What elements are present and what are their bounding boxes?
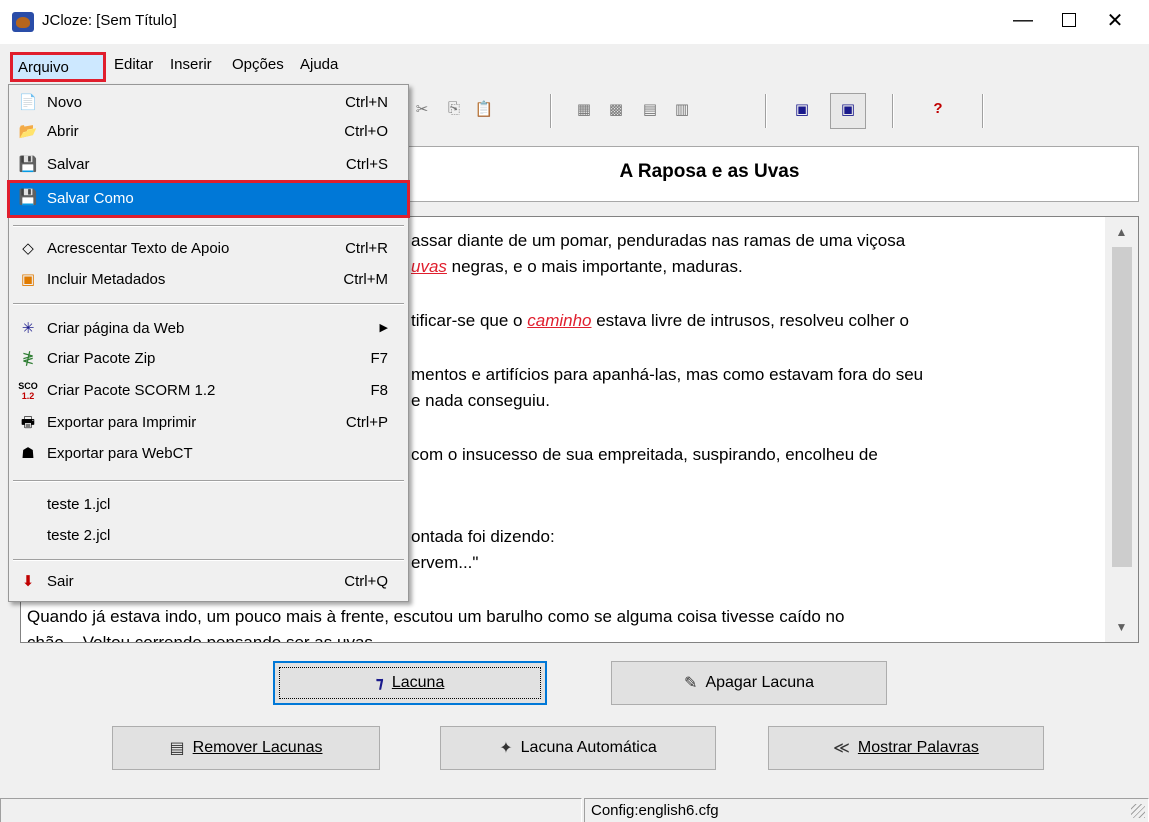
text-line-4: mentos e artifícios para apanhá-las, mas…: [411, 365, 924, 384]
new-document-icon: 📄: [18, 94, 38, 111]
menu-item-exportar-webct[interactable]: ☗ Exportar para WebCT: [9, 440, 408, 469]
save-disk-icon: 💾: [18, 156, 38, 173]
help-icon[interactable]: ?: [928, 100, 948, 118]
menu-separator: [13, 225, 404, 227]
submenu-arrow-icon: ▶: [379, 322, 388, 334]
text-line-10: chão... Voltou correndo pensando ser as …: [27, 633, 378, 643]
menu-editar[interactable]: Editar: [110, 56, 157, 73]
status-panel-left: [0, 798, 582, 822]
title-bar: JCloze: [Sem Título] — ✕: [0, 0, 1149, 44]
gap-word[interactable]: uvas: [411, 257, 447, 276]
eraser-icon: ✎: [684, 675, 698, 692]
web-icon: ✳: [21, 320, 35, 337]
window-title: JCloze: [Sem Título]: [42, 12, 177, 29]
view-toggle-icon: ▣: [840, 101, 856, 118]
gap-tool-icon[interactable]: ▦: [574, 100, 594, 118]
text-line-5: e nada conseguiu.: [411, 391, 550, 410]
resize-grip-icon[interactable]: [1131, 804, 1145, 818]
link-icon: ◇: [22, 240, 34, 257]
paste-icon[interactable]: 📋: [474, 100, 494, 118]
toolbar-separator: [892, 94, 894, 128]
menu-item-incluir-metadados[interactable]: ▣ Incluir Metadados Ctrl+M: [9, 266, 408, 295]
text-line-6: com o insucesso de sua empreitada, suspi…: [411, 445, 878, 464]
scroll-down-icon[interactable]: ▼: [1105, 612, 1138, 642]
maximize-icon: [1062, 13, 1076, 27]
menu-item-acrescentar-texto[interactable]: ◇ Acrescentar Texto de Apoio Ctrl+R: [9, 235, 408, 264]
save-as-icon: 💾: [18, 189, 38, 206]
cut-icon[interactable]: ✂: [412, 100, 432, 118]
jcloze-app-icon: [12, 12, 34, 32]
menu-ajuda[interactable]: Ajuda: [296, 56, 342, 73]
gap-tool-2-icon[interactable]: ▩: [606, 100, 626, 118]
menu-separator: [13, 303, 404, 305]
menu-item-criar-pacote-zip[interactable]: ≹ Criar Pacote Zip F7: [9, 345, 408, 374]
vertical-scrollbar[interactable]: ▲ ▼: [1105, 217, 1138, 642]
lacuna-automatica-button[interactable]: ✦ Lacuna Automática: [440, 726, 716, 770]
menu-item-salvar[interactable]: 💾 Salvar Ctrl+S: [9, 151, 408, 180]
zip-icon: ≹: [21, 350, 35, 367]
menu-inserir[interactable]: Inserir: [166, 56, 216, 73]
lacuna-button[interactable]: ⁊ Lacuna: [273, 661, 547, 705]
close-button[interactable]: ✕: [1092, 0, 1138, 40]
webct-icon: ☗: [21, 445, 35, 462]
text-line-1: assar diante de um pomar, penduradas nas…: [411, 231, 906, 250]
remove-gaps-icon: ▤: [169, 740, 185, 757]
maximize-button[interactable]: [1046, 0, 1092, 40]
arquivo-dropdown-menu: 📄 Novo Ctrl+N 📂 Abrir Ctrl+O 💾 Salvar Ct…: [7, 84, 410, 602]
menu-item-abrir[interactable]: 📂 Abrir Ctrl+O: [9, 118, 408, 147]
gap-tool-4-icon[interactable]: ▥: [672, 100, 692, 118]
menu-separator: [13, 480, 404, 482]
magic-wand-icon: ✦: [499, 740, 513, 757]
word-list-icon: ≪: [833, 740, 850, 757]
text-line-3: tificar-se que o caminho estava livre de…: [411, 311, 909, 330]
metadata-icon: ▣: [20, 271, 36, 288]
toolbar-separator: [550, 94, 552, 128]
toolbar-separator: [765, 94, 767, 128]
menu-opcoes[interactable]: Opções: [228, 56, 288, 73]
exit-arrow-icon: ⬇: [21, 573, 35, 590]
apagar-lacuna-button[interactable]: ✎ Apagar Lacuna: [611, 661, 887, 705]
text-line-8: ervem...": [411, 553, 479, 572]
menu-item-criar-pagina-web[interactable]: ✳ Criar página da Web ▶: [9, 315, 408, 344]
text-line-9: Quando já estava indo, um pouco mais à f…: [27, 607, 845, 626]
menu-item-recent-file-2[interactable]: teste 2.jcl: [9, 522, 408, 551]
printer-icon: 🖶: [20, 414, 36, 431]
gap-icon: ⁊: [375, 675, 384, 692]
scroll-up-icon[interactable]: ▲: [1105, 217, 1138, 247]
gap-word[interactable]: caminho: [527, 311, 591, 330]
menu-item-salvar-como[interactable]: 💾 Salvar Como: [7, 180, 410, 218]
gap-tool-3-icon[interactable]: ▤: [640, 100, 660, 118]
menu-item-exportar-imprimir[interactable]: 🖶 Exportar para Imprimir Ctrl+P: [9, 409, 408, 438]
mostrar-palavras-button[interactable]: ≪ Mostrar Palavras: [768, 726, 1044, 770]
scorm-icon: SCO 1.2: [18, 381, 38, 401]
scroll-thumb[interactable]: [1112, 247, 1132, 567]
text-line-7: ontada foi dizendo:: [411, 527, 555, 546]
open-folder-icon: 📂: [18, 123, 38, 140]
copy-icon[interactable]: ⎘: [444, 100, 464, 118]
status-config: Config:english6.cfg: [584, 798, 1149, 822]
menu-item-novo[interactable]: 📄 Novo Ctrl+N: [9, 89, 408, 118]
text-line-2: uvas negras, e o mais importante, madura…: [411, 257, 743, 276]
toolbar-separator: [982, 94, 984, 128]
menu-item-criar-pacote-scorm[interactable]: SCO 1.2 Criar Pacote SCORM 1.2 F8: [9, 377, 408, 406]
minimize-button[interactable]: —: [1000, 0, 1046, 40]
menu-item-sair[interactable]: ⬇ Sair Ctrl+Q: [9, 568, 408, 597]
menu-separator: [13, 559, 404, 561]
menu-item-recent-file-1[interactable]: teste 1.jcl: [9, 491, 408, 520]
menu-arquivo[interactable]: Arquivo: [10, 52, 106, 82]
remover-lacunas-button[interactable]: ▤ Remover Lacunas: [112, 726, 380, 770]
view-icon[interactable]: ▣: [792, 100, 812, 118]
